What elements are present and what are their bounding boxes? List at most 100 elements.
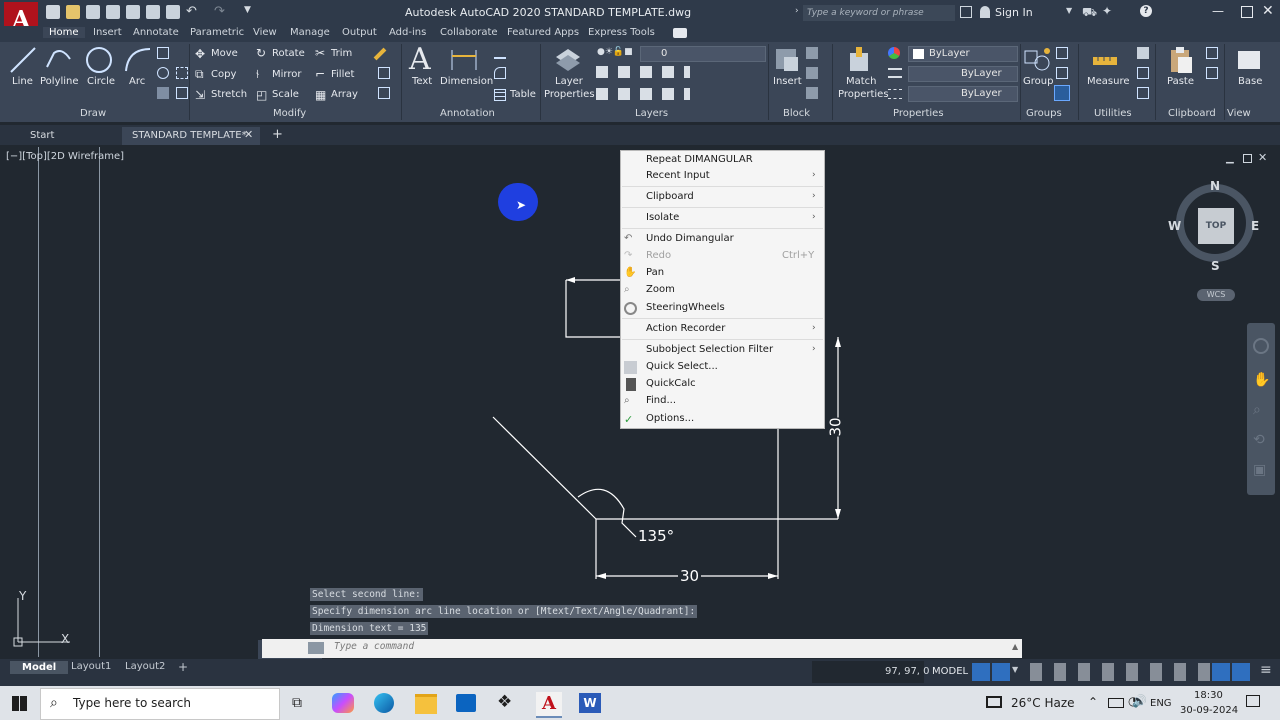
block-panel-title[interactable]: Block: [783, 108, 810, 119]
binoculars-icon[interactable]: [960, 6, 972, 18]
viewcube-west[interactable]: W: [1168, 219, 1181, 233]
layer-tools-row-2[interactable]: [596, 88, 690, 100]
tab-express-tools[interactable]: Express Tools: [588, 27, 655, 38]
copy-button[interactable]: Copy: [211, 69, 236, 80]
dropbox-icon[interactable]: ❖: [497, 692, 512, 712]
menu-item-isolate[interactable]: Isolate: [646, 212, 679, 223]
quick-select-icon[interactable]: [1137, 47, 1149, 59]
menu-item-recent-input[interactable]: Recent Input: [646, 170, 710, 181]
layout-tab-layout2[interactable]: Layout2: [125, 661, 165, 672]
coordinates-readout[interactable]: 97, 97, 0: [885, 666, 930, 677]
line-icon[interactable]: [8, 45, 38, 75]
model-space-button[interactable]: MODEL: [932, 666, 968, 677]
circle-button[interactable]: Circle: [87, 76, 115, 87]
save-web-icon[interactable]: [146, 5, 160, 19]
menu-item-quickcalc[interactable]: QuickCalc: [646, 378, 696, 389]
annotation-scale-icon[interactable]: [1212, 663, 1230, 681]
viewcube-east[interactable]: E: [1251, 219, 1259, 233]
tab-annotate[interactable]: Annotate: [133, 27, 179, 38]
menu-item-action-recorder[interactable]: Action Recorder: [646, 323, 725, 334]
sign-in-link[interactable]: Sign In: [995, 6, 1033, 19]
annotation-panel-title[interactable]: Annotation: [440, 108, 495, 119]
volume-icon[interactable]: 🔊: [1132, 694, 1147, 708]
new-tab-icon[interactable]: +: [272, 127, 283, 142]
dimension-button[interactable]: Dimension: [440, 76, 493, 87]
circle-icon[interactable]: [84, 45, 114, 75]
group-edit-icon[interactable]: [1056, 67, 1068, 79]
chevron-right-icon[interactable]: ›: [795, 6, 799, 16]
autocad-taskbar-icon[interactable]: A: [536, 692, 562, 718]
create-block-icon[interactable]: [806, 47, 818, 59]
rotate-button[interactable]: Rotate: [272, 48, 305, 59]
menu-item-steeringwheels[interactable]: SteeringWheels: [646, 302, 725, 313]
region-icon[interactable]: [176, 87, 188, 99]
menu-item-pan[interactable]: Pan: [646, 267, 664, 278]
match-properties-label-2[interactable]: Properties: [838, 89, 889, 100]
wcs-menu[interactable]: WCS: [1197, 289, 1235, 301]
tab-output[interactable]: Output: [342, 27, 377, 38]
grid-toggle-icon[interactable]: [972, 663, 990, 681]
group-selection-toggle-icon[interactable]: [1054, 85, 1070, 101]
boundary-icon[interactable]: [176, 67, 188, 79]
open-web-icon[interactable]: [126, 5, 140, 19]
redo-icon[interactable]: ↷: [214, 4, 225, 19]
layout-tab-model[interactable]: Model: [10, 661, 69, 674]
table-button[interactable]: Table: [510, 89, 536, 100]
sign-in-dropdown-icon[interactable]: ▼: [1066, 6, 1072, 15]
polyline-button[interactable]: Polyline: [40, 76, 79, 87]
status-toggles[interactable]: [1030, 663, 1230, 681]
snap-toggle-icon[interactable]: [992, 663, 1010, 681]
edit-block-icon[interactable]: [806, 67, 818, 79]
stretch-button[interactable]: Stretch: [211, 89, 247, 100]
command-input[interactable]: Type a command: [334, 641, 414, 652]
cut-icon[interactable]: [1206, 47, 1218, 59]
copilot-icon[interactable]: [332, 693, 354, 713]
explode-icon[interactable]: [378, 67, 390, 79]
tab-insert[interactable]: Insert: [93, 27, 122, 38]
properties-panel-title[interactable]: Properties: [893, 108, 944, 119]
orbit-icon[interactable]: ⟲: [1253, 432, 1265, 448]
language-indicator[interactable]: ENG: [1150, 698, 1172, 709]
show-hidden-icons-chevron[interactable]: ⌃: [1088, 695, 1098, 709]
taskbar-search-placeholder[interactable]: Type here to search: [73, 696, 191, 710]
menu-item-repeat[interactable]: Repeat DIMANGULAR: [646, 154, 753, 165]
menu-item-clipboard[interactable]: Clipboard: [646, 191, 694, 202]
undo-icon[interactable]: ↶: [186, 4, 197, 19]
color-dropdown[interactable]: ByLayer: [908, 46, 1018, 62]
tab-parametric[interactable]: Parametric: [190, 27, 244, 38]
utilities-panel-title[interactable]: Utilities: [1094, 108, 1132, 119]
ungroup-icon[interactable]: [1056, 47, 1068, 59]
layer-properties-label-1[interactable]: Layer: [555, 76, 583, 87]
layer-state-icons[interactable]: ●☀🔓■: [597, 47, 633, 57]
base-button[interactable]: Base: [1238, 76, 1262, 87]
offset-icon[interactable]: [378, 87, 390, 99]
file-tab-start[interactable]: Start: [30, 127, 54, 145]
tab-home[interactable]: Home: [43, 27, 85, 38]
notifications-icon[interactable]: [1246, 695, 1260, 707]
copy-clip-icon[interactable]: [1206, 67, 1218, 79]
a360-icon[interactable]: ✦: [1102, 4, 1112, 18]
save-as-icon[interactable]: [106, 5, 120, 19]
help-icon[interactable]: ?: [1140, 5, 1152, 17]
tab-add-ins[interactable]: Add-ins: [389, 27, 426, 38]
paste-button[interactable]: Paste: [1167, 76, 1194, 87]
id-point-icon[interactable]: [1137, 87, 1149, 99]
calculator-icon[interactable]: [1137, 67, 1149, 79]
linetype-dropdown[interactable]: ByLayer: [908, 86, 1018, 102]
tab-view[interactable]: View: [253, 27, 277, 38]
edge-browser-icon[interactable]: [374, 693, 394, 713]
qat-customize-icon[interactable]: ▼: [244, 5, 251, 15]
clock-date[interactable]: 30-09-2024: [1180, 705, 1238, 716]
menu-item-undo[interactable]: Undo Dimangular: [646, 233, 734, 244]
draw-panel-title[interactable]: Draw: [80, 108, 106, 119]
close-tab-icon[interactable]: ✕: [244, 128, 253, 141]
measure-button[interactable]: Measure: [1087, 76, 1130, 87]
menu-item-quick-select[interactable]: Quick Select...: [646, 361, 718, 372]
showmotion-icon[interactable]: ▣: [1253, 462, 1266, 478]
file-explorer-icon[interactable]: [415, 694, 437, 714]
move-button[interactable]: Move: [211, 48, 238, 59]
group-button[interactable]: Group: [1023, 76, 1053, 87]
arc-button[interactable]: Arc: [129, 76, 145, 87]
word-taskbar-icon[interactable]: W: [579, 693, 601, 713]
multileader-icon[interactable]: [494, 67, 506, 79]
